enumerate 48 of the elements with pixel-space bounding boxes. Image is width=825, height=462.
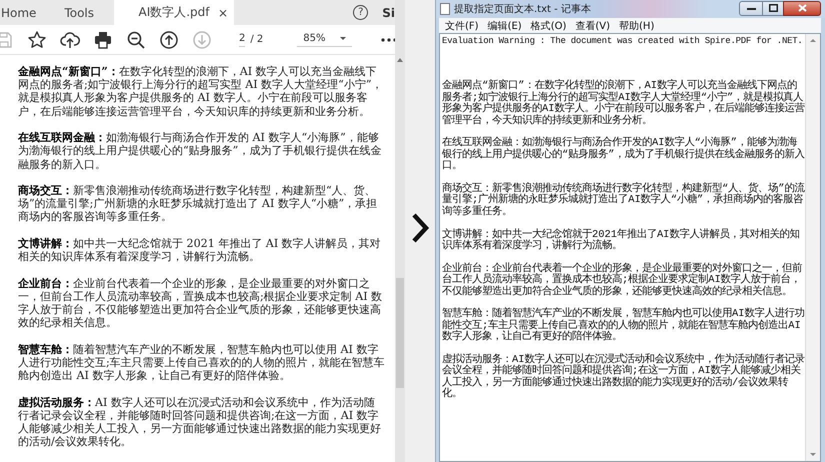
tab-close-button[interactable]: × xyxy=(218,6,228,20)
chevron-right-icon xyxy=(410,212,430,244)
paragraph: 在线互联网金融：如渤海银行与商汤合作开发的AI数字人“小海豚”，能够为渤海银行的线上用户提供暖心的“贴身服务”，成为了手机银行提供在线金融服务的新入口。 xyxy=(442,138,805,173)
cloud-upload-icon[interactable] xyxy=(60,30,80,50)
close-button[interactable] xyxy=(783,0,821,16)
help-button[interactable]: ? xyxy=(353,5,368,20)
minimize-icon xyxy=(746,5,756,11)
menu-item[interactable]: 帮助(H) xyxy=(619,18,654,32)
paragraph: 文博讲解：如中共一大纪念馆就于2021年推出了AI数字人讲解员，其对相关的知识库体系有着深度学习，讲解行为流畅。 xyxy=(442,230,800,252)
paragraph: 企业前台：企业前台代表着一个企业的形象，是企业最重要的对外窗口之一，但前台工作人员流动率较高，置换成本也较高;根据企业要求定制 AI 数字人放于前台，不仅能够塑造出更加符合企业气质的形象，还能够更快速高效的纪录相关信息。 xyxy=(18,276,384,330)
notepad-icon xyxy=(440,3,450,15)
paragraph: 商场交互：新零售浪潮推动传统商场进行数字化转型，构建新型“人、货、场”的流量引擎;广州新塘的永旺梦乐城就打造出了 AI 数字人“小糖”，承担商场内的客服咨询等多重任务。 xyxy=(18,184,378,224)
paragraph: 虚拟活动服务：AI 数字人还可以在沉浸式活动和会议系统中，作为活动随行者记录会议全程，并能够随时回答问题和提供咨询;在这一方面，AI 数字人能够减少相关人工投入，另一方面能够通过快速出路数据的能力实现更好的活动/会议效果转化。 xyxy=(18,396,382,448)
arrow-up-circle-icon[interactable] xyxy=(159,30,179,50)
page-total: / 2 xyxy=(250,34,264,45)
print-icon[interactable] xyxy=(93,30,113,50)
close-icon xyxy=(798,4,806,12)
paragraph: 智慧车舱：随着智慧汽车产业的不断发展，智慧车舱内也可以使用AI数字人进行功能性交互;车主只需要上传自己喜欢的的人物的照片，就能在智慧车舱内创造出AI数字人形象，让自己有更好的陪伴体验。 xyxy=(442,309,805,344)
menu-item[interactable]: 编辑(E) xyxy=(488,18,522,32)
menu-item[interactable]: 格式(O) xyxy=(530,18,566,32)
scrollbar-thumb[interactable] xyxy=(396,278,404,388)
menu-item[interactable]: 查看(V) xyxy=(575,18,610,32)
tab[interactable]: Home xyxy=(0,0,50,25)
maximize-button[interactable] xyxy=(762,0,784,16)
paragraph: 金融网点“新窗口”：在数字化转型的浪潮下，AI 数字人可以充当金融线下网点的服务者;如宁波银行上海分行的超写实型 AI 数字人大堂经理“小宁”，就是模拟真人形象为客户提供服务的 AI 数字人。小宁在前段可以服务客户，在后端能够连接运营管理平台，今天知识库的持续更新和业务分析。 xyxy=(18,65,384,118)
caret-icon xyxy=(340,36,346,40)
sign-in-link[interactable]: Si xyxy=(382,6,395,20)
scroll-down-arrow-icon[interactable] xyxy=(810,453,816,456)
paragraph: 智慧车舱：随着智慧汽车产业的不断发展，智慧车舱内也可以使用 AI 数字人进行功能性交互;车主只需要上传自己喜欢的的人物的照片，就能在智慧车舱内创造出 AI 数字人形象，让自己有更好的陪伴体验。 xyxy=(18,342,385,382)
paragraph: 在线互联网金融：如渤海银行与商汤合作开发的 AI 数字人“小海豚”，能够为渤海银行的线上用户提供暖心的“贴身服务”，成为了手机银行提供在线金融服务的新入口。 xyxy=(18,131,382,171)
paragraph: 虚拟活动服务：AI数字人还可以在沉浸式活动和会议系统中，作为活动随行者记录会议全程，并能够随时回答问题和提供咨询;在这一方面，AI数字人能够减少相关人工投入，另一方面能够通过快速出路数据的能力实现更好的活动/会议效果转化。 xyxy=(442,355,805,401)
window-title: 提取指定页面文本.txt - 记事本 xyxy=(454,2,591,16)
paragraph: 文博讲解：如中共一大纪念馆就于 2021 年推出了 AI 数字人讲解员，其对相关的知识库体系有着深度学习，讲解行为流畅。 xyxy=(18,236,382,264)
warning-text: Evaluation Warning : The document was created with Spire.PDF for .NET. xyxy=(442,36,804,48)
star-icon[interactable] xyxy=(27,30,47,50)
page-number-field[interactable]: 2 xyxy=(239,32,246,46)
zoom-dropdown[interactable]: 85% xyxy=(297,32,352,46)
scrollbar[interactable] xyxy=(805,34,820,461)
maximize-icon xyxy=(768,4,778,12)
paragraph: 金融网点“新窗口”：在数字化转型的浪潮下，AI数字人可以充当金融线下网点的服务者;如宁波银行上海分行的超写实型AI数字人大堂经理“小宁”，就是模拟真人形象为客户提供服务的AI数字人。小宁在前段可以服务客户，在后端能够连接运营管理平台，今天知识库的持续更新和业务分析。 xyxy=(442,81,805,128)
paragraph: 商场交互：新零售浪潮推动传统商场进行数字化转型，构建新型“人、货、场”的流量引擎;广州新塘的永旺梦乐城就打造出了AI数字人“小糖”，承担商场内的客服咨询等多重任务。 xyxy=(442,184,805,218)
tab[interactable]: AI数字人.pdf × xyxy=(114,0,234,25)
menu-item[interactable]: 文件(F) xyxy=(445,18,479,32)
zoom-out-icon[interactable] xyxy=(126,30,146,50)
minimize-button[interactable] xyxy=(739,0,763,16)
paragraph: 企业前台：企业前台代表着一个企业的形象，是企业最重要的对外窗口之一，但前台工作人员流动率较高，置换成本也较高;根据企业要求定制AI数字人放于前台，不仅能够塑造出更加符合企业气质的形象，还能够更快速高效的纪录相关信息。 xyxy=(442,264,803,298)
tab[interactable]: Tools xyxy=(50,0,108,25)
scroll-up-arrow-icon[interactable] xyxy=(810,39,816,42)
